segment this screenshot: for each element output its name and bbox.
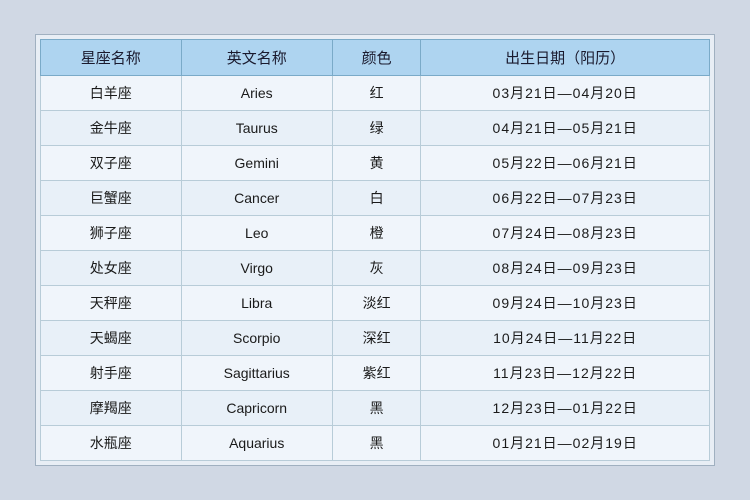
cell-english-name: Cancer <box>181 181 332 216</box>
cell-chinese-name: 金牛座 <box>41 111 182 146</box>
cell-dates: 03月21日—04月20日 <box>421 76 710 111</box>
cell-english-name: Virgo <box>181 251 332 286</box>
cell-dates: 08月24日—09月23日 <box>421 251 710 286</box>
cell-color: 黄 <box>332 146 421 181</box>
table-row: 摩羯座Capricorn黑12月23日—01月22日 <box>41 391 710 426</box>
table-row: 射手座Sagittarius紫红11月23日—12月22日 <box>41 356 710 391</box>
cell-chinese-name: 狮子座 <box>41 216 182 251</box>
cell-dates: 04月21日—05月21日 <box>421 111 710 146</box>
cell-chinese-name: 水瓶座 <box>41 426 182 461</box>
cell-chinese-name: 巨蟹座 <box>41 181 182 216</box>
table-row: 白羊座Aries红03月21日—04月20日 <box>41 76 710 111</box>
cell-chinese-name: 天蝎座 <box>41 321 182 356</box>
cell-dates: 09月24日—10月23日 <box>421 286 710 321</box>
cell-color: 淡红 <box>332 286 421 321</box>
cell-chinese-name: 摩羯座 <box>41 391 182 426</box>
cell-chinese-name: 双子座 <box>41 146 182 181</box>
cell-dates: 10月24日—11月22日 <box>421 321 710 356</box>
cell-english-name: Leo <box>181 216 332 251</box>
table-row: 双子座Gemini黄05月22日—06月21日 <box>41 146 710 181</box>
cell-english-name: Libra <box>181 286 332 321</box>
zodiac-table-container: 星座名称 英文名称 颜色 出生日期（阳历） 白羊座Aries红03月21日—04… <box>35 34 715 466</box>
cell-color: 绿 <box>332 111 421 146</box>
table-row: 金牛座Taurus绿04月21日—05月21日 <box>41 111 710 146</box>
cell-color: 橙 <box>332 216 421 251</box>
cell-color: 白 <box>332 181 421 216</box>
cell-english-name: Aries <box>181 76 332 111</box>
table-row: 巨蟹座Cancer白06月22日—07月23日 <box>41 181 710 216</box>
table-row: 天蝎座Scorpio深红10月24日—11月22日 <box>41 321 710 356</box>
cell-color: 黑 <box>332 391 421 426</box>
cell-color: 紫红 <box>332 356 421 391</box>
cell-dates: 07月24日—08月23日 <box>421 216 710 251</box>
header-birth-date: 出生日期（阳历） <box>421 40 710 76</box>
cell-color: 深红 <box>332 321 421 356</box>
cell-chinese-name: 射手座 <box>41 356 182 391</box>
cell-dates: 05月22日—06月21日 <box>421 146 710 181</box>
table-row: 天秤座Libra淡红09月24日—10月23日 <box>41 286 710 321</box>
table-row: 水瓶座Aquarius黑01月21日—02月19日 <box>41 426 710 461</box>
table-row: 狮子座Leo橙07月24日—08月23日 <box>41 216 710 251</box>
cell-color: 红 <box>332 76 421 111</box>
header-color: 颜色 <box>332 40 421 76</box>
cell-english-name: Capricorn <box>181 391 332 426</box>
cell-english-name: Sagittarius <box>181 356 332 391</box>
header-english-name: 英文名称 <box>181 40 332 76</box>
cell-english-name: Gemini <box>181 146 332 181</box>
cell-dates: 12月23日—01月22日 <box>421 391 710 426</box>
cell-chinese-name: 白羊座 <box>41 76 182 111</box>
header-chinese-name: 星座名称 <box>41 40 182 76</box>
cell-chinese-name: 处女座 <box>41 251 182 286</box>
cell-dates: 06月22日—07月23日 <box>421 181 710 216</box>
cell-dates: 11月23日—12月22日 <box>421 356 710 391</box>
cell-color: 灰 <box>332 251 421 286</box>
cell-english-name: Taurus <box>181 111 332 146</box>
cell-color: 黑 <box>332 426 421 461</box>
table-header-row: 星座名称 英文名称 颜色 出生日期（阳历） <box>41 40 710 76</box>
table-row: 处女座Virgo灰08月24日—09月23日 <box>41 251 710 286</box>
cell-dates: 01月21日—02月19日 <box>421 426 710 461</box>
cell-chinese-name: 天秤座 <box>41 286 182 321</box>
cell-english-name: Scorpio <box>181 321 332 356</box>
cell-english-name: Aquarius <box>181 426 332 461</box>
zodiac-table: 星座名称 英文名称 颜色 出生日期（阳历） 白羊座Aries红03月21日—04… <box>40 39 710 461</box>
